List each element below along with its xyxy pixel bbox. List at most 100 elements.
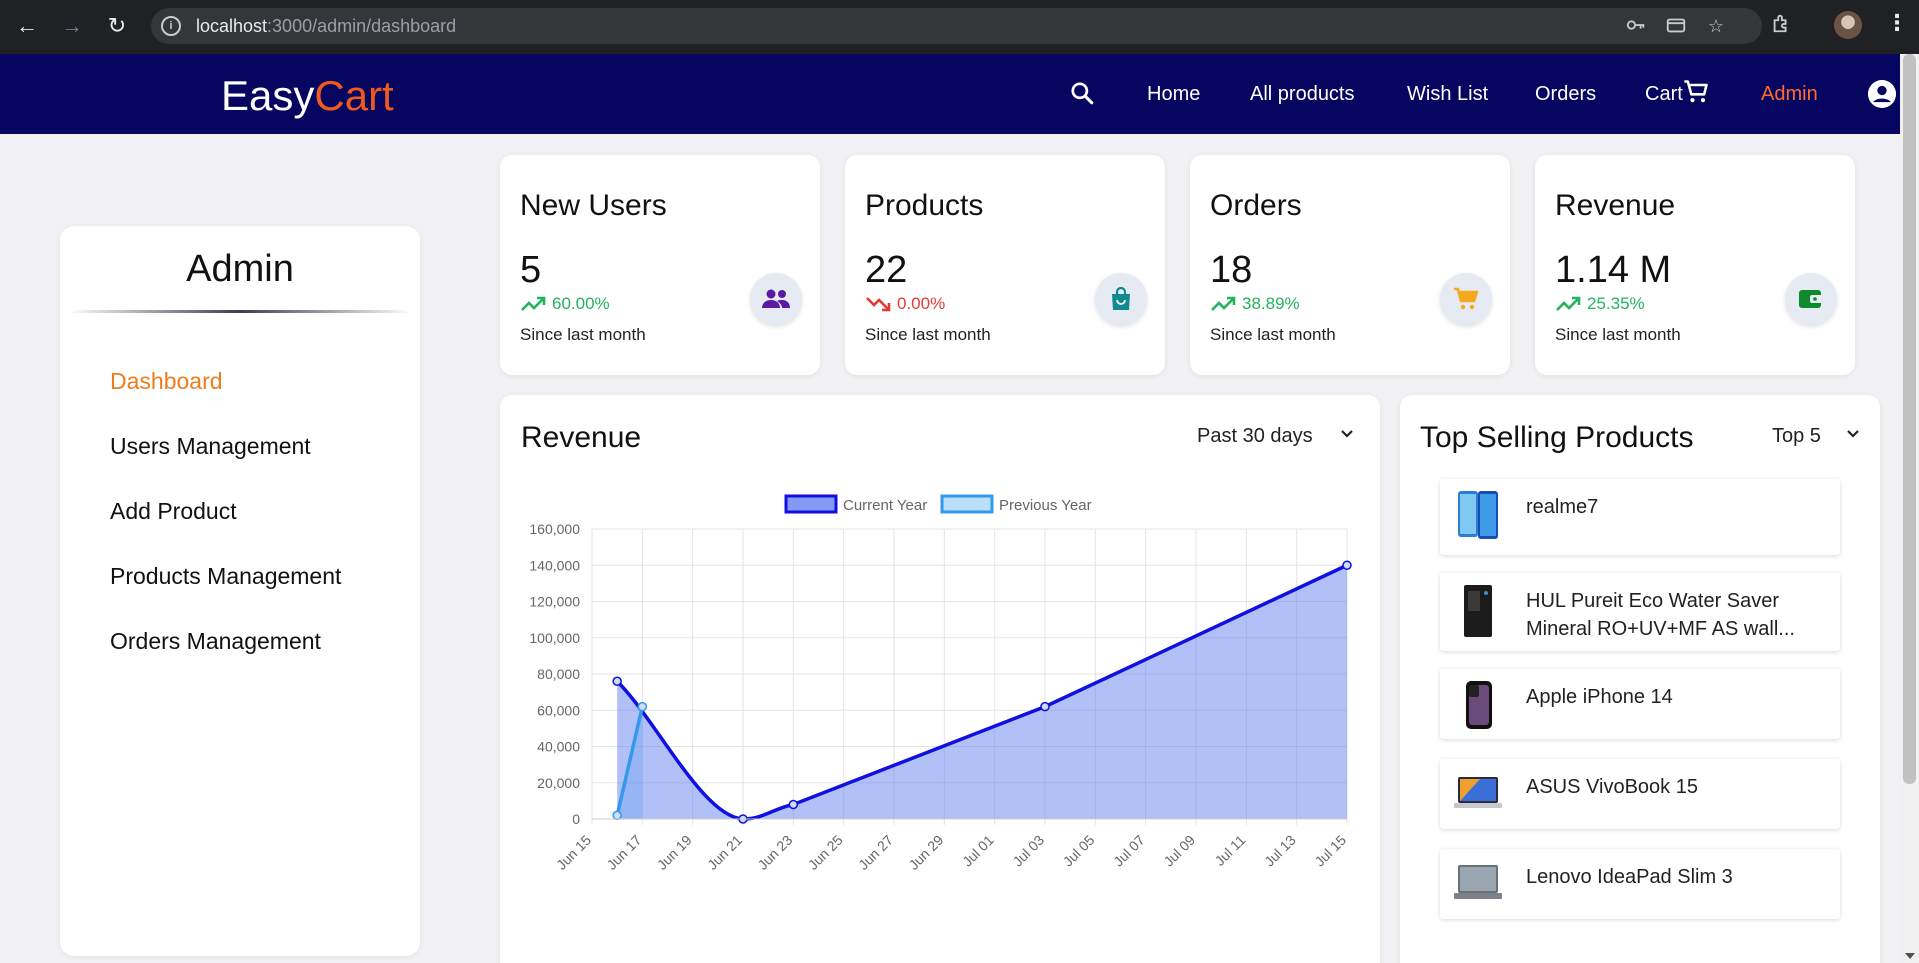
y-tick-label: 60,000 [537,702,580,718]
x-tick-label: Jun 19 [654,832,695,873]
address-bar[interactable]: i localhost:3000/admin/dashboard ☆ [151,8,1762,44]
app-navbar: EasyCart Home All products Wish List Ord… [0,54,1900,134]
product-name: Apple iPhone 14 [1526,686,1673,708]
x-tick-label: Jul 07 [1110,832,1148,870]
search-icon[interactable] [1069,80,1095,106]
x-tick-label: Jul 11 [1211,832,1248,869]
x-tick-label: Jun 23 [754,832,795,873]
wallet-icon [1785,273,1837,325]
url-text[interactable]: localhost:3000/admin/dashboard [196,16,456,37]
stat-label: Products [865,189,984,222]
site-info-icon[interactable]: i [161,16,181,36]
reload-icon[interactable]: ↻ [101,10,133,42]
sidebar-item-dashboard[interactable]: Dashboard [110,368,223,395]
sidebar-divider [68,310,412,313]
product-item[interactable]: ASUS VivoBook 15 [1440,759,1840,829]
card-icon[interactable] [1664,14,1688,38]
stat-since: Since last month [1555,325,1681,344]
users-icon [750,273,802,325]
stat-value: 18 [1210,249,1253,291]
trending-up-icon [1211,296,1236,311]
product-name: realme7 [1526,496,1599,518]
stat-trend: 25.35% [1555,294,1645,314]
page-scrollbar[interactable] [1900,54,1919,963]
product-item[interactable]: Apple iPhone 14 [1440,669,1840,739]
product-name: ASUS VivoBook 15 [1526,776,1698,798]
cart-icon[interactable] [1682,78,1710,106]
data-point [637,701,648,712]
stat-card-orders: Orders 18 38.89% Since last month [1190,155,1510,375]
stat-trend: 38.89% [1210,294,1300,314]
stat-change: 38.89% [1242,294,1300,313]
extensions-icon[interactable] [1770,12,1792,40]
product-item[interactable]: Lenovo IdeaPad Slim 3 [1440,849,1840,919]
sidebar-item-users-management[interactable]: Users Management [110,433,311,460]
nav-wish-list[interactable]: Wish List [1407,83,1488,106]
nav-all-products[interactable]: All products [1250,83,1355,106]
chevron-down-icon[interactable] [1846,429,1860,439]
sidebar-item-add-product[interactable]: Add Product [110,498,237,525]
y-tick-label: 20,000 [537,775,580,791]
back-icon[interactable]: ← [11,10,43,42]
laptop-thumbnail [1454,865,1502,899]
revenue-chart: 160,000 140,000 120,000 100,000 80,000 60,000… [529,494,1352,873]
menu-icon[interactable]: ⋮ [1886,10,1908,36]
scrollbar-thumb[interactable] [1903,54,1916,784]
trending-up-icon [1556,296,1581,311]
stat-trend: 0.00% [865,294,945,314]
nav-orders[interactable]: Orders [1535,83,1596,106]
shopping-cart-icon [1440,273,1492,325]
y-tick-label: 160,000 [529,521,580,537]
logo[interactable]: EasyCart [221,72,394,120]
data-point [1342,560,1352,570]
y-tick-label: 100,000 [529,630,580,646]
scroll-down-arrow[interactable] [1905,953,1915,959]
legend-label: Previous Year [999,497,1092,514]
stat-card-revenue: Revenue 1.14 M 25.35% Since last month [1535,155,1855,375]
forward-icon[interactable]: → [56,10,88,42]
legend-swatch [784,494,838,514]
product-item[interactable]: realme7 [1440,479,1840,555]
stat-value: 22 [865,249,908,291]
stat-label: Orders [1210,189,1302,222]
stat-change: 60.00% [552,294,610,313]
revenue-card: Revenue Past 30 days 160,000 140,000 120,0… [500,395,1380,963]
y-tick-label: 80,000 [537,666,580,682]
profile-avatar[interactable] [1834,11,1862,39]
x-tick-label: Jul 01 [959,832,997,870]
nav-cart[interactable]: Cart [1645,83,1683,106]
x-tick-label: Jun 27 [855,832,896,873]
admin-sidebar: Admin Dashboard Users Management Add Pro… [60,226,420,956]
star-icon[interactable]: ☆ [1704,14,1728,38]
x-tick-label: Jul 15 [1311,832,1349,870]
x-tick-label: Jul 09 [1160,832,1198,870]
trending-down-icon [866,297,891,312]
stat-since: Since last month [520,325,646,344]
x-tick-label: Jul 05 [1060,832,1098,870]
sidebar-title: Admin [186,248,294,290]
revenue-title: Revenue [521,421,642,454]
stat-value: 1.14 M [1555,249,1672,291]
y-tick-label: 40,000 [537,739,580,755]
chevron-down-icon[interactable] [1340,429,1354,439]
stat-value: 5 [520,249,542,291]
iphone-thumbnail [1466,681,1492,729]
y-tick-label: 120,000 [529,594,580,610]
stat-since: Since last month [865,325,991,344]
account-icon[interactable] [1868,80,1896,108]
sidebar-item-products-management[interactable]: Products Management [110,563,341,590]
product-item[interactable]: HUL Pureit Eco Water Saver Mineral RO+UV… [1440,573,1840,651]
key-icon[interactable] [1624,14,1648,38]
sidebar-item-orders-management[interactable]: Orders Management [110,628,321,655]
product-name: HUL Pureit Eco Water Saver Mineral RO+UV… [1526,590,1795,640]
nav-home[interactable]: Home [1147,83,1200,106]
period-select[interactable]: Past 30 days [1197,425,1313,448]
water-purifier-thumbnail [1464,585,1492,637]
data-point [612,676,622,686]
stat-change: 0.00% [897,294,946,313]
top-filter-select[interactable]: Top 5 [1772,425,1821,448]
product-name: Lenovo IdeaPad Slim 3 [1526,866,1733,888]
nav-admin[interactable]: Admin [1761,83,1818,106]
x-tick-label: Jul 03 [1009,832,1047,870]
stat-since: Since last month [1210,325,1336,344]
